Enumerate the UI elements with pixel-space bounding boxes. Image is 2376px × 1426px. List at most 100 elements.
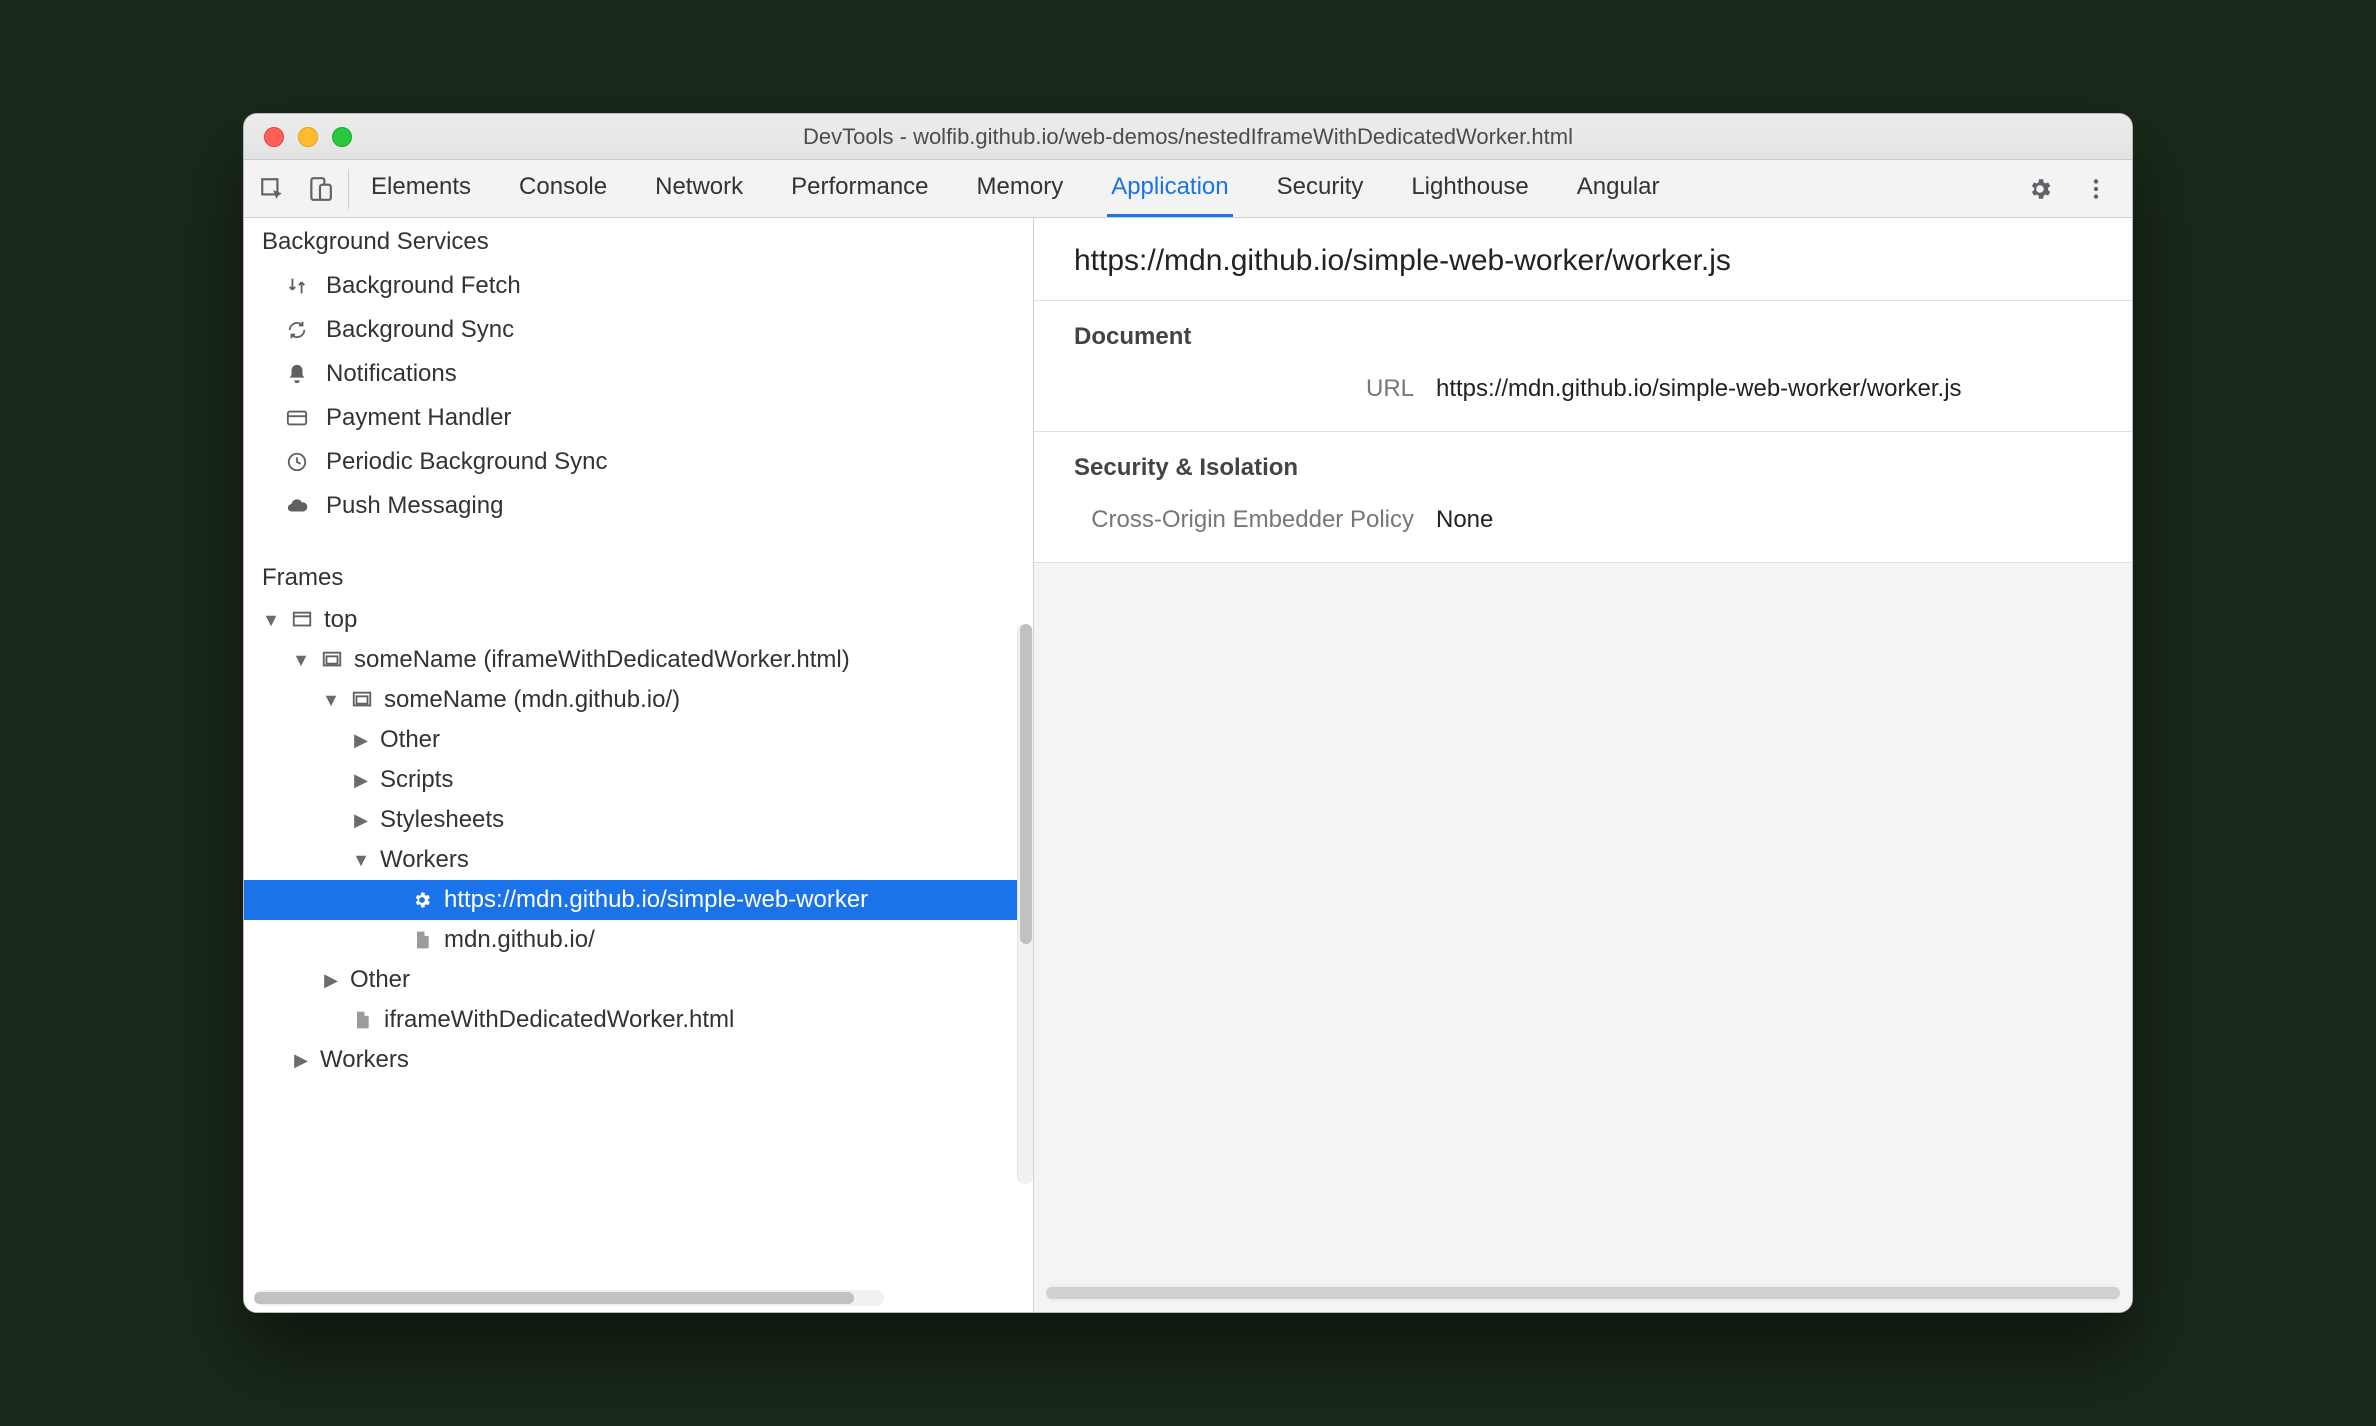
sidebar-vertical-scrollbar[interactable] — [1017, 624, 1033, 1184]
sidebar-item-label: Payment Handler — [326, 404, 511, 432]
titlebar: DevTools - wolfib.github.io/web-demos/ne… — [244, 114, 2132, 160]
document-url-row: URL https://mdn.github.io/simple-web-wor… — [1074, 371, 2092, 407]
document-icon — [350, 1008, 374, 1032]
swap-icon — [284, 273, 310, 299]
tree-item-label: Stylesheets — [380, 806, 504, 834]
chevron-right-icon: ▶ — [352, 810, 370, 831]
url-value: https://mdn.github.io/simple-web-worker/… — [1436, 375, 1962, 403]
tree-item-label: someName (iframeWithDedicatedWorker.html… — [354, 646, 850, 674]
cloud-icon — [284, 493, 310, 519]
clock-icon — [284, 449, 310, 475]
sidebar-horizontal-scrollbar[interactable] — [254, 1290, 884, 1306]
sidebar-item-push-messaging[interactable]: Push Messaging — [244, 484, 1033, 528]
card-icon — [284, 405, 310, 431]
gear-icon — [410, 888, 434, 912]
security-panel-title: Security & Isolation — [1074, 454, 2092, 482]
tab-performance[interactable]: Performance — [787, 160, 932, 217]
tree-item-stylesheets[interactable]: ▶ Stylesheets — [244, 800, 1033, 840]
tree-item-label: someName (mdn.github.io/) — [384, 686, 680, 714]
minimize-window-button[interactable] — [298, 127, 318, 147]
devtools-tabbar: Elements Console Network Performance Mem… — [244, 160, 2132, 218]
tree-item-workers[interactable]: ▼ Workers — [244, 840, 1033, 880]
window-controls — [264, 127, 352, 147]
chevron-down-icon: ▼ — [262, 610, 280, 631]
sidebar-item-payment-handler[interactable]: Payment Handler — [244, 396, 1033, 440]
tree-item-label: Other — [380, 726, 440, 754]
sync-icon — [284, 317, 310, 343]
tree-item-iframe2[interactable]: ▼ someName (mdn.github.io/) — [244, 680, 1033, 720]
main-panel: https://mdn.github.io/simple-web-worker/… — [1034, 218, 2132, 1312]
tab-list: Elements Console Network Performance Mem… — [367, 160, 1664, 217]
chevron-down-icon: ▼ — [322, 690, 340, 711]
tree-item-iframe-file[interactable]: iframeWithDedicatedWorker.html — [244, 1000, 1033, 1040]
tree-item-label: Scripts — [380, 766, 453, 794]
empty-area — [1034, 563, 2132, 1312]
frame-icon — [320, 648, 344, 672]
tab-lighthouse[interactable]: Lighthouse — [1407, 160, 1532, 217]
coep-label: Cross-Origin Embedder Policy — [1074, 506, 1414, 534]
main-horizontal-scrollbar[interactable] — [1046, 1284, 2120, 1302]
tab-console[interactable]: Console — [515, 160, 611, 217]
document-panel: Document URL https://mdn.github.io/simpl… — [1034, 301, 2132, 432]
settings-gear-icon[interactable] — [2026, 175, 2054, 203]
panel-body: Background Services Background Fetch Bac… — [244, 218, 2132, 1312]
more-menu-icon[interactable] — [2082, 175, 2110, 203]
tree-item-top[interactable]: ▼ top — [244, 600, 1033, 640]
tree-item-scripts[interactable]: ▶ Scripts — [244, 760, 1033, 800]
background-services-list: Background Fetch Background Sync Notific… — [244, 264, 1033, 528]
coep-row: Cross-Origin Embedder Policy None — [1074, 502, 2092, 538]
devtools-window: DevTools - wolfib.github.io/web-demos/ne… — [243, 113, 2133, 1313]
document-icon — [410, 928, 434, 952]
window-icon — [290, 608, 314, 632]
sidebar-item-label: Periodic Background Sync — [326, 448, 607, 476]
tab-memory[interactable]: Memory — [973, 160, 1068, 217]
url-label: URL — [1074, 375, 1414, 403]
sidebar-item-background-fetch[interactable]: Background Fetch — [244, 264, 1033, 308]
tree-item-other[interactable]: ▶ Other — [244, 720, 1033, 760]
coep-value: None — [1436, 506, 1493, 534]
close-window-button[interactable] — [264, 127, 284, 147]
bell-icon — [284, 361, 310, 387]
chevron-down-icon: ▼ — [352, 850, 370, 871]
sidebar-item-label: Push Messaging — [326, 492, 503, 520]
tree-item-workers2[interactable]: ▶ Workers — [244, 1040, 1033, 1080]
document-panel-title: Document — [1074, 323, 2092, 351]
chevron-down-icon: ▼ — [292, 650, 310, 671]
frame-icon — [350, 688, 374, 712]
tree-item-label: Workers — [380, 846, 469, 874]
tree-item-label: Workers — [320, 1046, 409, 1074]
chevron-right-icon: ▶ — [352, 770, 370, 791]
tree-item-label: https://mdn.github.io/simple-web-worker — [444, 886, 868, 914]
tree-item-label: top — [324, 606, 357, 634]
device-toolbar-icon[interactable] — [306, 175, 334, 203]
background-services-heading: Background Services — [244, 218, 1033, 264]
sidebar-item-periodic-sync[interactable]: Periodic Background Sync — [244, 440, 1033, 484]
inspect-element-icon[interactable] — [258, 175, 286, 203]
tree-item-mdn-root[interactable]: mdn.github.io/ — [244, 920, 1033, 960]
tree-item-label: Other — [350, 966, 410, 994]
tree-item-label: iframeWithDedicatedWorker.html — [384, 1006, 734, 1034]
tree-item-worker-url[interactable]: https://mdn.github.io/simple-web-worker — [244, 880, 1033, 920]
tab-security[interactable]: Security — [1273, 160, 1368, 217]
main-heading: https://mdn.github.io/simple-web-worker/… — [1034, 218, 2132, 301]
chevron-right-icon: ▶ — [292, 1050, 310, 1071]
tab-network[interactable]: Network — [651, 160, 747, 217]
sidebar-item-label: Background Fetch — [326, 272, 521, 300]
sidebar-item-notifications[interactable]: Notifications — [244, 352, 1033, 396]
tree-item-label: mdn.github.io/ — [444, 926, 595, 954]
tree-item-other2[interactable]: ▶ Other — [244, 960, 1033, 1000]
frames-heading: Frames — [244, 554, 1033, 600]
chevron-right-icon: ▶ — [352, 730, 370, 751]
sidebar-item-label: Background Sync — [326, 316, 514, 344]
tab-angular[interactable]: Angular — [1573, 160, 1664, 217]
tree-item-iframe1[interactable]: ▼ someName (iframeWithDedicatedWorker.ht… — [244, 640, 1033, 680]
application-sidebar: Background Services Background Fetch Bac… — [244, 218, 1034, 1312]
chevron-right-icon: ▶ — [322, 970, 340, 991]
window-title: DevTools - wolfib.github.io/web-demos/ne… — [244, 124, 2132, 150]
zoom-window-button[interactable] — [332, 127, 352, 147]
sidebar-item-background-sync[interactable]: Background Sync — [244, 308, 1033, 352]
tab-application[interactable]: Application — [1107, 160, 1232, 217]
sidebar-item-label: Notifications — [326, 360, 457, 388]
security-panel: Security & Isolation Cross-Origin Embedd… — [1034, 432, 2132, 563]
tab-elements[interactable]: Elements — [367, 160, 475, 217]
